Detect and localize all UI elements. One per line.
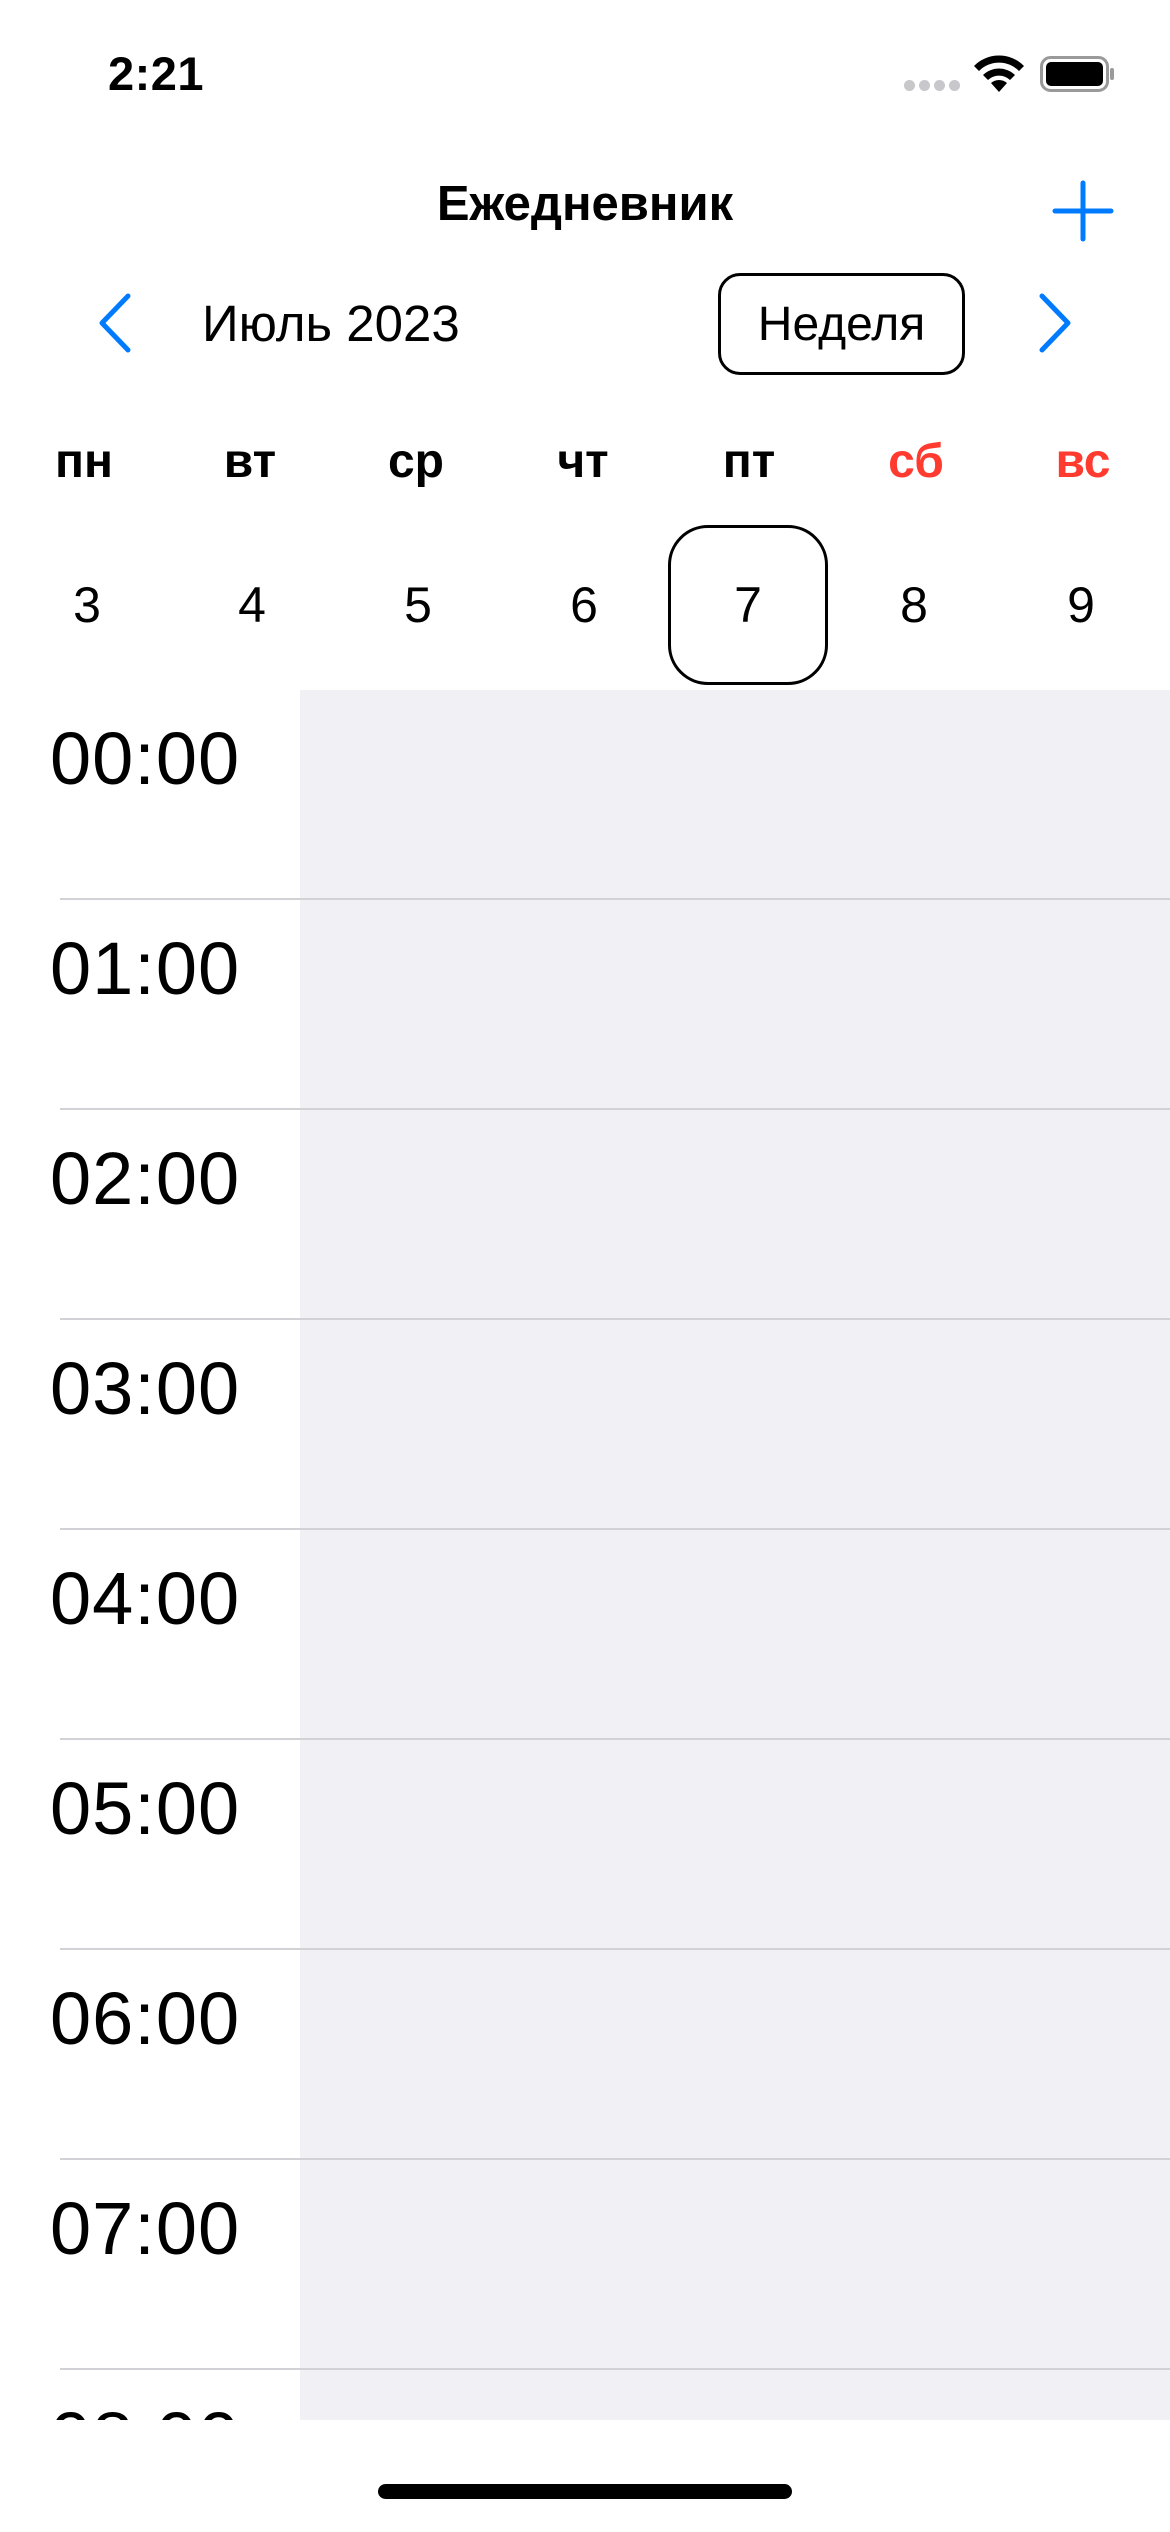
add-event-button[interactable] [1052, 180, 1114, 242]
hour-divider [60, 1318, 1170, 1320]
chevron-right-icon [1039, 293, 1071, 353]
status-bar: 2:21 [0, 0, 1170, 150]
date-cell[interactable]: 3 [7, 525, 167, 685]
month-label: Июль 2023 [202, 295, 460, 352]
schedule-timeline[interactable]: 00:00 01:00 02:00 03:00 04:00 05:00 06:0… [0, 690, 1170, 2420]
hour-label: 03:00 [50, 1347, 241, 1430]
view-mode-button[interactable]: Неделя [718, 273, 965, 375]
next-week-button[interactable] [1030, 290, 1080, 356]
event-area[interactable] [300, 690, 1170, 2420]
weekday-label: пт [722, 435, 776, 488]
hour-label: 06:00 [50, 1977, 241, 2060]
date-cell[interactable]: 9 [1001, 525, 1161, 685]
hour-label: 08:00 [50, 2396, 250, 2420]
weekday-label: сб [888, 435, 944, 488]
date-cell[interactable]: 4 [172, 525, 332, 685]
weekday-label: чт [557, 435, 609, 488]
hour-label: 00:00 [50, 717, 241, 800]
cellular-signal-icon [904, 80, 960, 92]
hour-divider [60, 1108, 1170, 1110]
weekday-header: пн вт ср чт пт сб вс [0, 434, 1170, 494]
date-cell[interactable]: 7 [668, 525, 828, 685]
hour-label: 07:00 [50, 2187, 241, 2270]
status-time: 2:21 [108, 47, 205, 100]
previous-week-button[interactable] [90, 290, 140, 356]
hour-label: 04:00 [50, 1557, 241, 1640]
weekday-label: вт [223, 435, 277, 488]
hour-divider [60, 1528, 1170, 1530]
home-indicator [378, 2484, 792, 2499]
date-cell[interactable]: 5 [338, 525, 498, 685]
hour-divider [60, 898, 1170, 900]
hour-label: 01:00 [50, 927, 241, 1010]
hour-divider [60, 2158, 1170, 2160]
date-cell[interactable]: 6 [504, 525, 664, 685]
plus-icon [1052, 180, 1114, 242]
page-title: Ежедневник [436, 177, 734, 231]
chevron-left-icon [99, 293, 131, 353]
weekday-label: ср [387, 435, 444, 488]
week-dates: 3 4 5 6 7 8 9 [0, 525, 1170, 685]
weekday-label: вс [1055, 435, 1111, 488]
wifi-icon [974, 55, 1024, 92]
hour-label: 02:00 [50, 1137, 241, 1220]
weekday-label: пн [55, 435, 113, 488]
date-cell[interactable]: 8 [834, 525, 994, 685]
hour-divider [60, 1948, 1170, 1950]
hour-divider [60, 2368, 1170, 2370]
hour-label: 05:00 [50, 1767, 241, 1850]
battery-icon [1040, 56, 1114, 92]
hour-divider [60, 1738, 1170, 1740]
